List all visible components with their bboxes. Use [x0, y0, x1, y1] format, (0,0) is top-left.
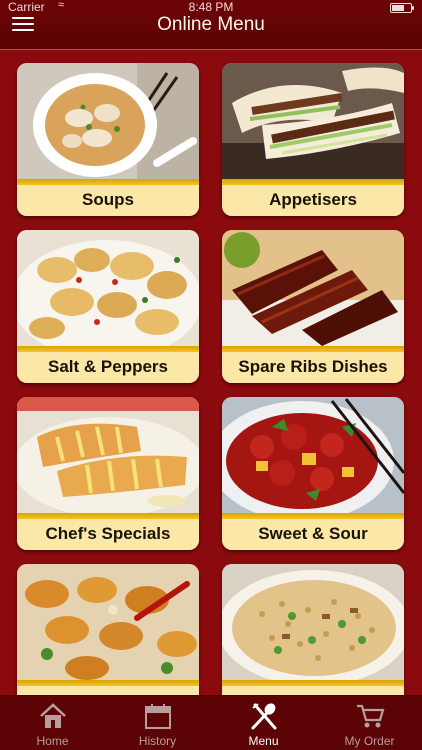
category-label: Appetisers [222, 186, 404, 216]
category-label: Spare Ribs Dishes [222, 353, 404, 383]
tab-label: My Order [344, 734, 395, 748]
appetisers-photo [222, 63, 404, 179]
page-title: Online Menu [157, 14, 265, 35]
fork-spoon-icon [251, 703, 277, 730]
calendar-icon [145, 704, 171, 729]
category-label [17, 687, 199, 695]
category-card-appetisers[interactable]: Appetisers [222, 63, 404, 216]
status-bar: Carrier ≈ 8:48 PM [0, 0, 422, 14]
salt-peppers-photo [17, 230, 199, 346]
category-label: Soups [17, 186, 199, 216]
category-card-7[interactable] [17, 564, 199, 695]
tab-label: Menu [248, 734, 279, 748]
home-icon [40, 703, 66, 728]
cart-icon [357, 704, 385, 728]
tab-history[interactable]: History [105, 696, 210, 750]
category-label: Sweet & Sour [222, 520, 404, 550]
category-label [222, 687, 404, 695]
category-card-soups[interactable]: Soups [17, 63, 199, 216]
navigation-bar: Carrier ≈ 8:48 PM Online Menu [0, 0, 422, 50]
soups-photo [17, 63, 199, 179]
tab-my-order[interactable]: My Order [317, 696, 422, 750]
tab-label: Home [36, 734, 69, 748]
category-card-salt-peppers[interactable]: Salt & Peppers [17, 230, 199, 383]
tab-bar: Home History Menu My Order [0, 695, 422, 750]
sweet-sour-photo [222, 397, 404, 513]
category-card-chefs-specials[interactable]: Chef's Specials [17, 397, 199, 550]
battery-icon [390, 3, 414, 13]
category-label: Chef's Specials [17, 520, 199, 550]
category-card-spare-ribs[interactable]: Spare Ribs Dishes [222, 230, 404, 383]
tab-label: History [138, 734, 177, 748]
tab-menu[interactable]: Menu [211, 696, 316, 750]
category-card-8[interactable] [222, 564, 404, 695]
category-card-sweet-sour[interactable]: Sweet & Sour [222, 397, 404, 550]
category-8-photo [222, 564, 404, 680]
category-label: Salt & Peppers [17, 353, 199, 383]
tab-home[interactable]: Home [0, 696, 105, 750]
chefs-specials-photo [17, 397, 199, 513]
category-grid: Soups Appetisers Salt & Peppers Spare Ri… [0, 50, 422, 695]
category-7-photo [17, 564, 199, 680]
clock-label: 8:48 PM [188, 0, 234, 14]
spare-ribs-photo [222, 230, 404, 346]
